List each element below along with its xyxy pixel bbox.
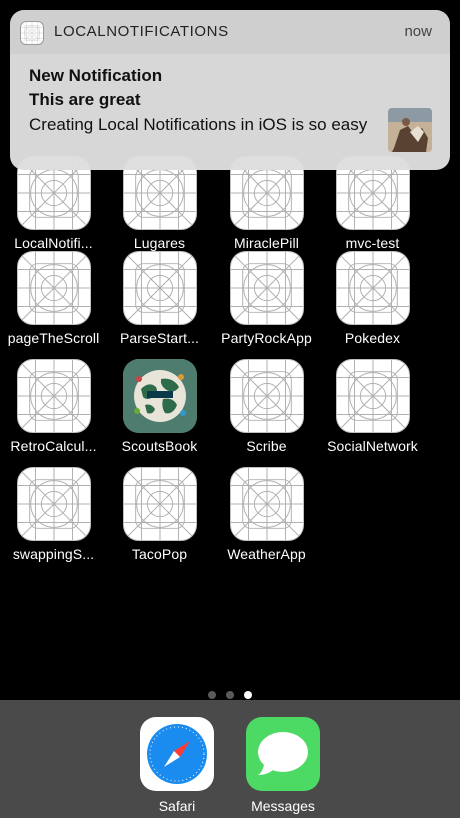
notification-subtitle: This are great	[29, 90, 141, 109]
app-label: Lugares	[133, 235, 186, 251]
app-swappingscreens[interactable]: swappingS...	[0, 467, 107, 575]
app-label: Pokedex	[344, 330, 401, 346]
dock-app-messages[interactable]: Messages	[233, 717, 333, 814]
app-localnotifications[interactable]: LocalNotifi...	[0, 156, 107, 264]
placeholder-grid-icon	[230, 251, 304, 325]
page-dot	[226, 691, 234, 699]
messages-bubble-icon	[246, 717, 320, 791]
app-label: RetroCalcul...	[10, 438, 97, 454]
page-dot-active	[244, 691, 252, 699]
notification-attachment-thumbnail	[388, 108, 432, 152]
scouts-globe-icon	[123, 359, 197, 433]
app-label: mvc-test	[345, 235, 400, 251]
placeholder-grid-icon	[123, 251, 197, 325]
app-label: pageTheScroll	[7, 330, 100, 346]
app-label: ParseStart...	[119, 330, 200, 346]
app-partyrockapp[interactable]: PartyRockApp	[213, 251, 320, 359]
placeholder-grid-icon	[336, 359, 410, 433]
app-label: ScoutsBook	[121, 438, 198, 454]
app-label: SocialNetwork	[327, 438, 418, 454]
app-miraclepill[interactable]: MiraclePill	[213, 156, 320, 264]
app-retrocalculator[interactable]: RetroCalcul...	[0, 359, 107, 467]
dock-app-label: Safari	[158, 798, 196, 814]
notification-body: Creating Local Notifications in iOS is s…	[29, 115, 368, 134]
app-label: LocalNotifi...	[14, 235, 93, 251]
page-indicator[interactable]	[0, 686, 460, 699]
app-pagethescroll[interactable]: pageTheScroll	[0, 251, 107, 359]
app-lugares[interactable]: Lugares	[106, 156, 213, 264]
safari-compass-icon	[140, 717, 214, 791]
dock: Safari Messages	[0, 700, 460, 818]
app-parsestarter[interactable]: ParseStart...	[106, 251, 213, 359]
placeholder-grid-icon	[17, 251, 91, 325]
app-label: Scribe	[246, 438, 287, 454]
app-label: PartyRockApp	[221, 330, 312, 346]
app-socialnetwork[interactable]: SocialNetwork	[319, 359, 426, 467]
placeholder-grid-icon	[20, 21, 44, 45]
app-pokedex[interactable]: Pokedex	[319, 251, 426, 359]
app-weatherapp[interactable]: WeatherApp	[213, 467, 320, 575]
placeholder-grid-icon	[17, 359, 91, 433]
notification-title: New Notification	[29, 66, 163, 85]
app-label: WeatherApp	[227, 546, 306, 562]
home-screen: LocalNotifi... Lugares MiraclePill mvc-t…	[0, 0, 460, 818]
notification-header: LOCALNOTIFICATIONS now	[10, 10, 450, 54]
app-mvc-test[interactable]: mvc-test	[319, 156, 426, 264]
placeholder-grid-icon	[230, 467, 304, 541]
dock-app-label: Messages	[251, 798, 315, 814]
placeholder-grid-icon	[336, 251, 410, 325]
app-tacopop[interactable]: TacoPop	[106, 467, 213, 575]
placeholder-grid-icon	[17, 467, 91, 541]
notification-banner[interactable]: LOCALNOTIFICATIONS now New Notification …	[10, 10, 450, 170]
notification-app-name: LOCALNOTIFICATIONS	[54, 23, 229, 40]
app-label: TacoPop	[131, 546, 188, 562]
page-dot	[208, 691, 216, 699]
placeholder-grid-icon	[123, 467, 197, 541]
notification-time: now	[404, 23, 432, 40]
placeholder-grid-icon	[230, 359, 304, 433]
app-label: swappingS...	[12, 546, 95, 562]
app-label: MiraclePill	[234, 235, 299, 251]
dock-app-safari[interactable]: Safari	[127, 717, 227, 814]
app-scribe[interactable]: Scribe	[213, 359, 320, 467]
app-scoutsbook[interactable]: ScoutsBook	[106, 359, 213, 467]
